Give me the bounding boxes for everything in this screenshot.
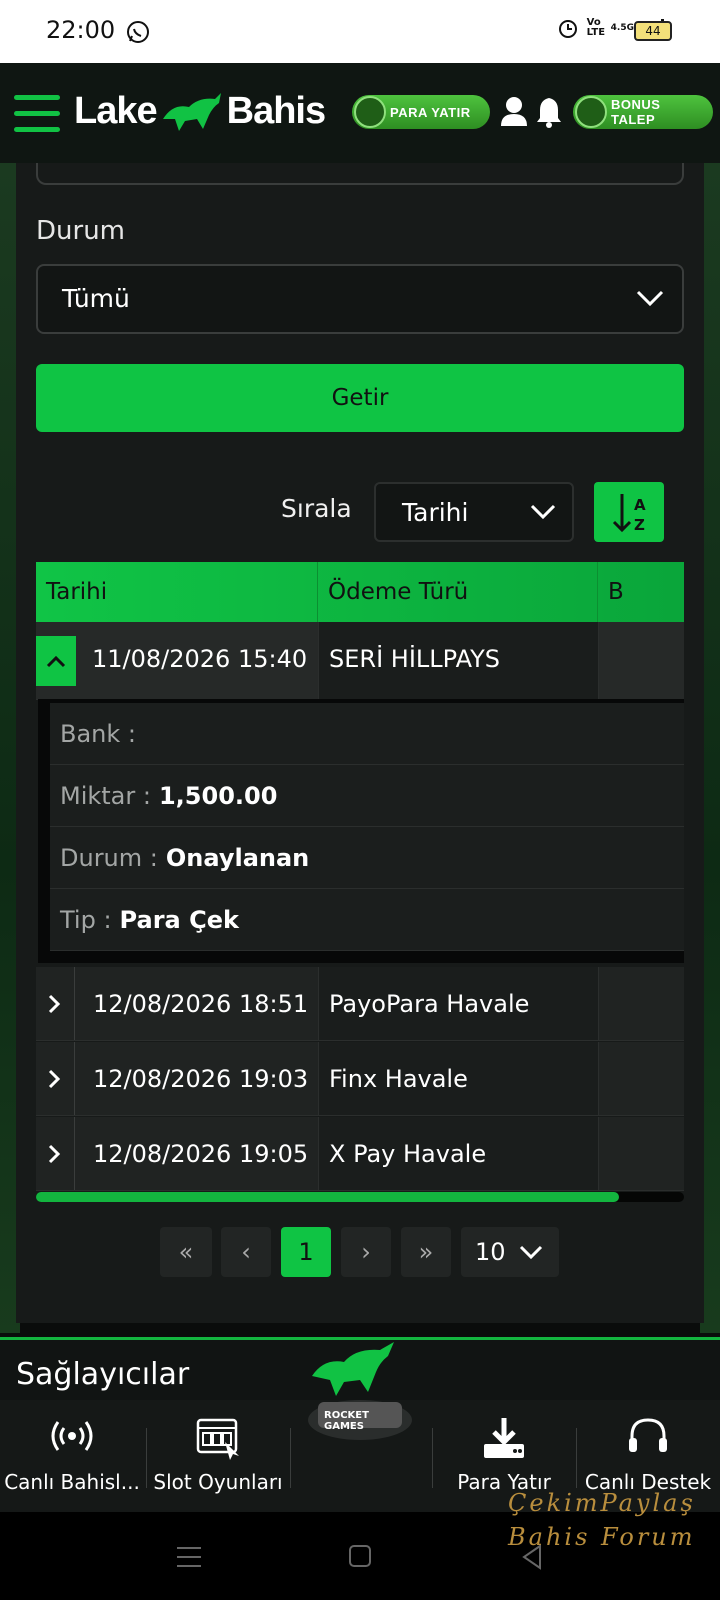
page-size-value: 10 <box>475 1238 506 1266</box>
row-payment-type: PayoPara Havale <box>318 967 598 1040</box>
whatsapp-icon <box>127 21 149 43</box>
column-header-payment-type[interactable]: Ödeme Türü <box>318 562 598 622</box>
horizontal-scrollbar[interactable] <box>36 1192 684 1202</box>
logo[interactable]: Lake Bahis <box>74 89 326 133</box>
column-header-next[interactable]: B <box>598 562 684 622</box>
volte-indicator: Vo LTE <box>586 17 606 38</box>
sort-select-value: Tarihi <box>402 498 469 527</box>
page-size-select[interactable]: 10 <box>461 1227 559 1277</box>
detail-bank: Bank : <box>50 703 684 765</box>
slot-machine-icon <box>196 1418 239 1460</box>
network-indicator: 4.5G <box>610 23 634 33</box>
menu-icon[interactable] <box>14 95 60 133</box>
chevron-down-icon <box>519 1245 543 1260</box>
row-payment-type: Finx Havale <box>318 1042 598 1115</box>
bull-logo-icon <box>162 93 221 131</box>
status-bar: 22:00 Vo LTE 4.5G 44 <box>0 0 720 63</box>
nav-label: Canlı Bahisl... <box>4 1470 140 1494</box>
alarm-icon <box>558 20 577 38</box>
chevron-up-icon <box>46 655 66 668</box>
deposit-button[interactable]: PARA YATIR <box>352 95 490 129</box>
sort-select[interactable]: Tarihi <box>374 482 574 542</box>
detail-amount: Miktar :1,500.00 <box>50 765 684 827</box>
previous-field[interactable] <box>36 163 684 185</box>
battery-indicator: 44 <box>634 21 672 41</box>
table-row[interactable]: 12/08/2026 19:03 Finx Havale <box>36 1042 684 1116</box>
first-page-button[interactable]: « <box>160 1227 212 1277</box>
status-select[interactable]: Tümü <box>36 264 684 334</box>
row-payment-type: X Pay Havale <box>318 1117 598 1190</box>
bonus-request-button[interactable]: BONUS TALEP <box>573 95 713 129</box>
status-filter-label: Durum <box>36 216 125 246</box>
row-details: Bank : Miktar :1,500.00 Durum : Onaylanan… <box>38 699 684 963</box>
chevron-right-icon[interactable] <box>46 993 62 1015</box>
chevron-down-icon <box>636 290 664 307</box>
download-icon <box>484 1418 524 1458</box>
bull-logo-icon <box>308 1342 412 1440</box>
watermark-line1: ÇekimPaylaş <box>508 1489 696 1517</box>
chevron-down-icon <box>530 504 556 520</box>
nav-label: Slot Oyunları <box>153 1470 283 1494</box>
app-header: Lake Bahis PARA YATIR BONUS TALEP <box>0 63 720 163</box>
logo-text-right: Bahis <box>226 89 326 132</box>
detail-status: Durum : Onaylanan <box>50 827 684 889</box>
watermark-line2: Bahis Forum <box>508 1523 696 1551</box>
home-icon[interactable] <box>348 1544 372 1568</box>
deposit-button-label: PARA YATIR <box>390 104 471 120</box>
collapse-row-button[interactable] <box>36 636 76 686</box>
status-time: 22:00 <box>46 16 116 44</box>
chevron-right-icon[interactable] <box>46 1143 62 1165</box>
gift-icon <box>575 96 607 128</box>
user-icon[interactable] <box>500 96 528 126</box>
row-date: 12/08/2026 19:05 <box>74 1117 318 1190</box>
headset-icon <box>629 1418 667 1452</box>
logo-text-left: Lake <box>74 89 158 132</box>
last-page-button[interactable]: » <box>401 1227 451 1277</box>
scrollbar-thumb[interactable] <box>36 1192 619 1202</box>
bell-icon[interactable] <box>536 96 562 128</box>
sort-label: Sırala <box>281 494 352 523</box>
providers-title: Sağlayıcılar <box>16 1357 190 1392</box>
sort-az-icon: A Z <box>612 494 646 534</box>
table-row[interactable]: 12/08/2026 19:05 X Pay Havale <box>36 1117 684 1191</box>
svg-text:A: A <box>634 496 646 514</box>
live-broadcast-icon <box>51 1421 93 1451</box>
bonus-button-label: BONUS TALEP <box>611 97 661 127</box>
status-select-value: Tümü <box>62 284 130 313</box>
chevron-right-icon[interactable] <box>46 1068 62 1090</box>
provider-badge-label: ROCKET GAMES <box>324 1410 369 1432</box>
table-row[interactable]: 11/08/2026 15:40 SERİ HİLLPAYS <box>36 622 684 700</box>
row-date: 12/08/2026 18:51 <box>74 967 318 1040</box>
row-date: 11/08/2026 15:40 <box>92 645 308 673</box>
nav-live-betting[interactable]: Canlı Bahisl... <box>0 1400 144 1512</box>
watermark: ÇekimPaylaş Bahis Forum <box>508 1486 696 1554</box>
detail-type: Tip : Para Çek <box>50 889 684 951</box>
sort-order-button[interactable]: A Z <box>594 482 664 542</box>
page-number-button[interactable]: 1 <box>281 1227 331 1277</box>
transactions-table: Tarihi Ödeme Türü B 11/08/2026 15:40 SER… <box>36 562 684 1202</box>
wallet-icon <box>354 96 386 128</box>
table-row[interactable]: 12/08/2026 18:51 PayoPara Havale <box>36 967 684 1041</box>
fetch-button[interactable]: Getir <box>36 364 684 432</box>
svg-text:Z: Z <box>634 516 645 534</box>
prev-page-button[interactable]: ‹ <box>221 1227 271 1277</box>
next-page-button[interactable]: › <box>341 1227 391 1277</box>
table-header: Tarihi Ödeme Türü B <box>36 562 684 622</box>
column-header-date[interactable]: Tarihi <box>36 562 318 622</box>
row-payment-type: SERİ HİLLPAYS <box>318 622 598 699</box>
provider-badge-button[interactable]: ROCKET GAMES <box>298 1340 422 1460</box>
nav-slot-games[interactable]: Slot Oyunları <box>146 1400 290 1512</box>
menu-icon[interactable] <box>176 1544 202 1570</box>
row-date: 12/08/2026 19:03 <box>74 1042 318 1115</box>
